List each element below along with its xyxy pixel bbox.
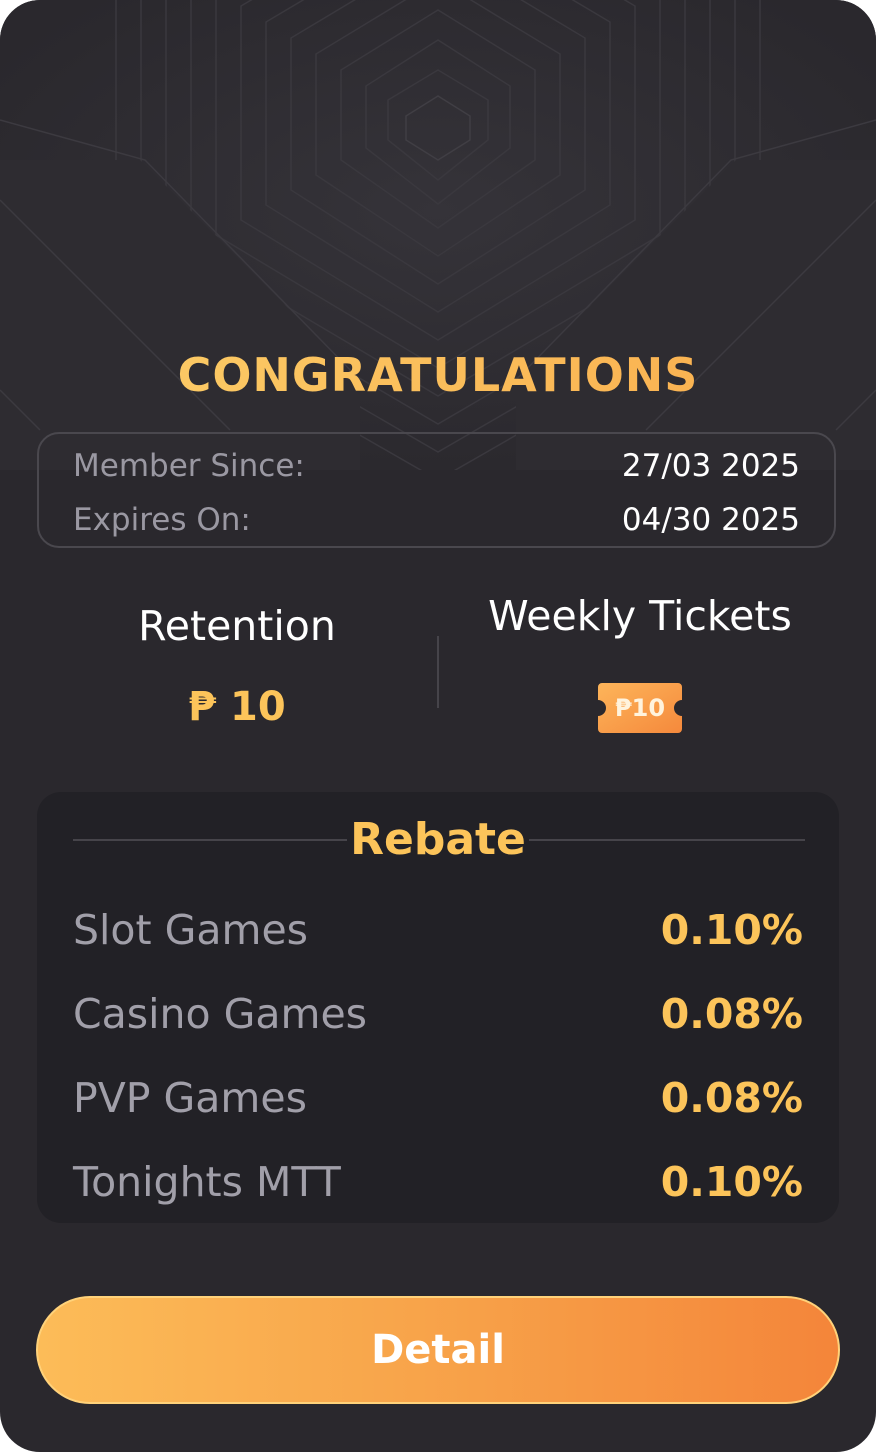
rebate-item-name: Casino Games	[73, 990, 368, 1038]
rebate-row: PVP Games 0.08%	[73, 1070, 803, 1126]
rebate-item-name: Tonights MTT	[73, 1158, 341, 1206]
rebate-row: Slot Games 0.10%	[73, 902, 803, 958]
member-since-row: Member Since: 27/03 2025	[73, 446, 800, 486]
retention-label: Retention	[138, 602, 336, 650]
expires-on-row: Expires On: 04/30 2025	[73, 500, 800, 540]
retention-value: ₱ 10	[188, 684, 286, 730]
weekly-tickets-label: Weekly Tickets	[488, 592, 792, 640]
rebate-panel: Rebate Slot Games 0.10% Casino Games 0.0…	[37, 792, 839, 1223]
rebate-item-value: 0.08%	[660, 990, 803, 1038]
rebate-row: Casino Games 0.08%	[73, 986, 803, 1042]
retention-stat: Retention	[37, 602, 437, 650]
rebate-item-value: 0.10%	[660, 906, 803, 954]
stats-divider	[437, 636, 439, 708]
rebate-row: Tonights MTT 0.10%	[73, 1154, 803, 1210]
rebate-title: Rebate	[347, 812, 529, 868]
vip-card: CONGRATULATIONS Member Since: 27/03 2025…	[0, 0, 876, 1452]
rebate-item-value: 0.08%	[660, 1074, 803, 1122]
expires-on-value: 04/30 2025	[621, 502, 800, 538]
rebate-item-name: PVP Games	[73, 1074, 307, 1122]
member-since-label: Member Since:	[73, 448, 305, 484]
rebate-item-value: 0.10%	[660, 1158, 803, 1206]
detail-button[interactable]: Detail	[36, 1296, 840, 1404]
rebate-item-name: Slot Games	[73, 906, 309, 954]
membership-info-box: Member Since: 27/03 2025 Expires On: 04/…	[37, 432, 836, 548]
congratulations-title: CONGRATULATIONS	[0, 348, 876, 402]
ticket-value: ₱10	[614, 694, 666, 722]
expires-on-label: Expires On:	[73, 502, 251, 538]
weekly-tickets-stat: Weekly Tickets	[440, 592, 840, 640]
member-since-value: 27/03 2025	[621, 448, 800, 484]
